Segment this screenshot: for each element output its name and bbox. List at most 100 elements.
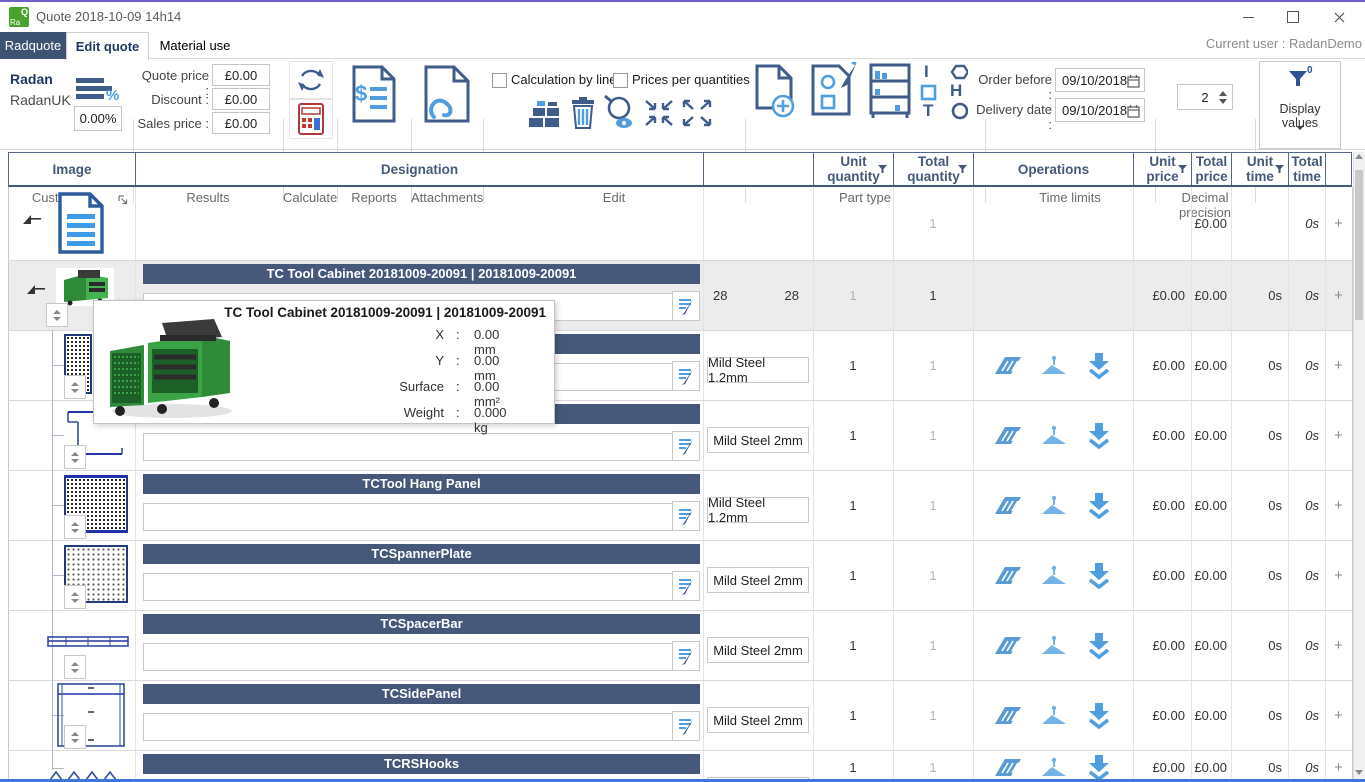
designation-input[interactable]: [143, 713, 677, 741]
quantity-spinner[interactable]: [64, 445, 86, 469]
expand-all-button[interactable]: [682, 99, 712, 132]
stepper-arrows-icon[interactable]: [1219, 91, 1227, 104]
material-field[interactable]: Mild Steel 1.2mm: [707, 497, 809, 523]
export-operation-icon[interactable]: [1085, 351, 1113, 379]
customer-discount-field[interactable]: 0.00%: [74, 106, 122, 131]
minimize-button[interactable]: [1231, 2, 1265, 32]
calculate-button[interactable]: [289, 99, 333, 139]
fold-operation-icon[interactable]: [1039, 754, 1069, 780]
column-header-operations[interactable]: Operations: [974, 153, 1134, 185]
export-operation-icon[interactable]: [1085, 561, 1113, 589]
export-operation-icon[interactable]: [1085, 421, 1113, 449]
add-line-button[interactable]: +: [1325, 470, 1352, 540]
delete-button[interactable]: [570, 96, 596, 134]
close-button[interactable]: [1322, 2, 1356, 32]
table-row-part[interactable]: TCRSHooks Mild Steel 2mm 1 1 £0.00 £0.00…: [0, 750, 1365, 782]
export-operation-icon[interactable]: [1085, 491, 1113, 519]
collapse-arrow-icon[interactable]: [22, 213, 42, 225]
order-before-field[interactable]: 09/10/2018: [1055, 68, 1145, 92]
fold-operation-icon[interactable]: [1039, 492, 1069, 518]
material-field[interactable]: Mild Steel 2mm: [707, 777, 809, 782]
designation-edit-button[interactable]: [672, 641, 700, 671]
discount-field[interactable]: £0.00: [212, 88, 270, 110]
export-operation-icon[interactable]: [1085, 701, 1113, 729]
quantity-spinner[interactable]: [64, 725, 86, 749]
tab-radquote[interactable]: Radquote: [0, 32, 66, 59]
punch-operation-icon[interactable]: [993, 754, 1023, 780]
preview-button[interactable]: [602, 94, 638, 135]
column-header-unit-price[interactable]: Unit price: [1134, 153, 1192, 185]
designation-edit-button[interactable]: [672, 291, 700, 321]
filter-icon[interactable]: [957, 164, 968, 174]
punch-operation-icon[interactable]: [993, 562, 1023, 588]
designation-edit-button[interactable]: [672, 711, 700, 741]
column-header-unit-time[interactable]: Unit time: [1232, 153, 1289, 185]
prices-per-quantities-checkbox[interactable]: [613, 73, 628, 88]
table-row-part[interactable]: TCTool Hang Panel Mild Steel 1.2mm 1 1 £…: [0, 470, 1365, 540]
material-field[interactable]: Mild Steel 2mm: [707, 427, 809, 453]
add-line-button[interactable]: +: [1325, 330, 1352, 400]
filter-icon[interactable]: [877, 164, 888, 174]
quantity-spinner[interactable]: [64, 655, 86, 679]
fold-operation-icon[interactable]: [1039, 422, 1069, 448]
calculation-by-line-checkbox[interactable]: [492, 73, 507, 88]
profiles-button[interactable]: I H T: [918, 64, 968, 120]
attachments-button[interactable]: [417, 63, 477, 125]
fold-operation-icon[interactable]: [1039, 702, 1069, 728]
designation-input[interactable]: [143, 503, 677, 531]
table-row-part[interactable]: TCSpannerPlate Mild Steel 2mm 1 1 £0.00 …: [0, 540, 1365, 610]
column-header-unit-quantity[interactable]: Unit quantity: [814, 153, 894, 185]
add-line-button[interactable]: +: [1325, 750, 1352, 782]
quantity-spinner[interactable]: [64, 585, 86, 609]
quote-price-field[interactable]: £0.00: [212, 64, 270, 86]
fold-operation-icon[interactable]: [1039, 352, 1069, 378]
scrollbar-thumb[interactable]: [1355, 170, 1363, 320]
add-line-button[interactable]: +: [1325, 680, 1352, 750]
designation-edit-button[interactable]: [672, 361, 700, 391]
decimal-precision-stepper[interactable]: 2: [1177, 84, 1233, 110]
reports-button[interactable]: $: [347, 63, 401, 125]
export-operation-icon[interactable]: [1085, 631, 1113, 659]
column-header-total-price[interactable]: Total price: [1192, 153, 1232, 185]
scroll-up-icon[interactable]: [1355, 154, 1363, 159]
recalculate-button[interactable]: [289, 61, 333, 99]
export-operation-icon[interactable]: [1085, 753, 1113, 781]
column-header-designation[interactable]: Designation: [136, 153, 704, 185]
fold-operation-icon[interactable]: [1039, 562, 1069, 588]
table-row-part[interactable]: TCSpacerBar Mild Steel 2mm 1 1 £0.00 £0.…: [0, 610, 1365, 680]
table-row[interactable]: 1 £0.00 0s +: [0, 187, 1365, 260]
assembly-button[interactable]: [868, 62, 912, 120]
column-header-image[interactable]: Image: [9, 153, 136, 185]
add-line-button[interactable]: +: [1325, 400, 1352, 470]
filter-icon[interactable]: [1274, 164, 1285, 174]
punch-operation-icon[interactable]: [993, 422, 1023, 448]
designation-input[interactable]: [143, 643, 677, 671]
part-thumbnail[interactable]: [46, 768, 130, 782]
add-line-button[interactable]: +: [1325, 260, 1352, 330]
designation-input[interactable]: [143, 573, 677, 601]
punch-operation-icon[interactable]: [993, 702, 1023, 728]
fold-operation-icon[interactable]: [1039, 632, 1069, 658]
punch-operation-icon[interactable]: [993, 632, 1023, 658]
designation-edit-button[interactable]: [672, 571, 700, 601]
quantity-spinner[interactable]: [64, 375, 86, 399]
scroll-down-icon[interactable]: [1355, 770, 1363, 775]
collapse-arrow-icon[interactable]: [26, 283, 46, 295]
tab-material-use[interactable]: Material use: [148, 32, 242, 59]
collapse-all-button[interactable]: [644, 99, 674, 132]
edit-part-button[interactable]: [808, 61, 860, 121]
designation-input[interactable]: [143, 433, 677, 461]
add-line-button[interactable]: +: [1325, 540, 1352, 610]
add-line-button[interactable]: +: [1325, 610, 1352, 680]
material-field[interactable]: Mild Steel 2mm: [707, 637, 809, 663]
new-part-button[interactable]: [752, 63, 798, 121]
maximize-button[interactable]: [1276, 2, 1310, 32]
group-lines-button[interactable]: [527, 99, 567, 134]
material-field[interactable]: Mild Steel 1.2mm: [707, 357, 809, 383]
material-field[interactable]: Mild Steel 2mm: [707, 707, 809, 733]
column-header-total-quantity[interactable]: Total quantity: [894, 153, 974, 185]
tab-edit-quote[interactable]: Edit quote: [66, 32, 149, 60]
designation-edit-button[interactable]: [672, 501, 700, 531]
part-thumbnail[interactable]: [46, 634, 130, 650]
display-values-button[interactable]: 0 Display values: [1259, 61, 1341, 149]
